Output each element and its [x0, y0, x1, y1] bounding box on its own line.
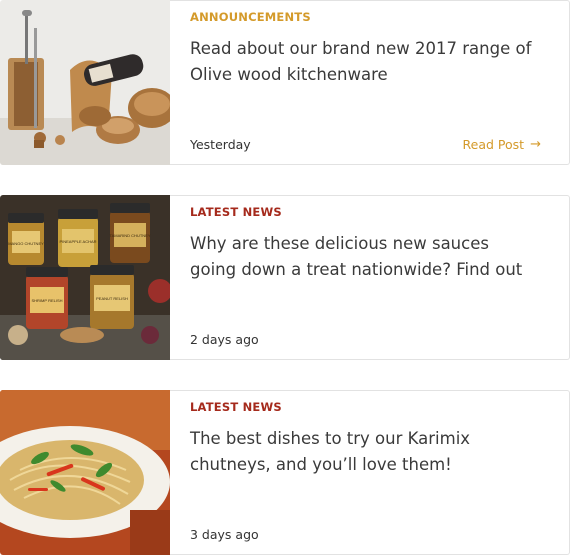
- post-card[interactable]: LATEST NEWS The best dishes to try our K…: [0, 390, 570, 555]
- post-body: LATEST NEWS The best dishes to try our K…: [170, 390, 570, 555]
- jar-label-peanut: PEANUT RELISH: [96, 296, 128, 301]
- post-body: LATEST NEWS Why are these delicious new …: [170, 195, 570, 360]
- arrow-right-icon: →: [530, 137, 541, 152]
- post-category[interactable]: LATEST NEWS: [190, 400, 549, 414]
- post-thumbnail[interactable]: [0, 390, 170, 555]
- jar-label-shrimp: SHRIMP RELISH: [31, 298, 62, 303]
- post-card[interactable]: MANGO CHUTNEY PINEAPPLE ACHAR TAMARIND C…: [0, 195, 570, 360]
- read-post-link[interactable]: Read Post →: [463, 137, 541, 152]
- post-date: Yesterday: [190, 137, 251, 152]
- post-title[interactable]: Read about our brand new 2017 range of O…: [190, 36, 540, 88]
- news-feed: ANNOUNCEMENTS Read about our brand new 2…: [0, 0, 570, 556]
- post-thumbnail[interactable]: MANGO CHUTNEY PINEAPPLE ACHAR TAMARIND C…: [0, 195, 170, 360]
- jar-label-mango: MANGO CHUTNEY: [8, 241, 44, 246]
- olive-wood-kitchenware-photo: [0, 0, 170, 165]
- post-category[interactable]: ANNOUNCEMENTS: [190, 10, 549, 24]
- post-category[interactable]: LATEST NEWS: [190, 205, 549, 219]
- karimix-sauce-jars-photo: MANGO CHUTNEY PINEAPPLE ACHAR TAMARIND C…: [0, 195, 170, 360]
- read-post-label: Read Post: [462, 137, 525, 152]
- jar-label-pineapple: PINEAPPLE ACHAR: [59, 239, 96, 244]
- noodle-salad-dish-photo: [0, 390, 170, 555]
- jar-label-tamarind: TAMARIND CHUTNEY: [109, 233, 150, 238]
- post-card[interactable]: ANNOUNCEMENTS Read about our brand new 2…: [0, 0, 570, 165]
- post-title[interactable]: The best dishes to try our Karimix chutn…: [190, 426, 540, 478]
- post-body: ANNOUNCEMENTS Read about our brand new 2…: [170, 0, 570, 165]
- post-thumbnail[interactable]: [0, 0, 170, 165]
- post-date: 2 days ago: [190, 332, 259, 347]
- post-title[interactable]: Why are these delicious new sauces going…: [190, 231, 540, 283]
- post-date: 3 days ago: [190, 527, 259, 542]
